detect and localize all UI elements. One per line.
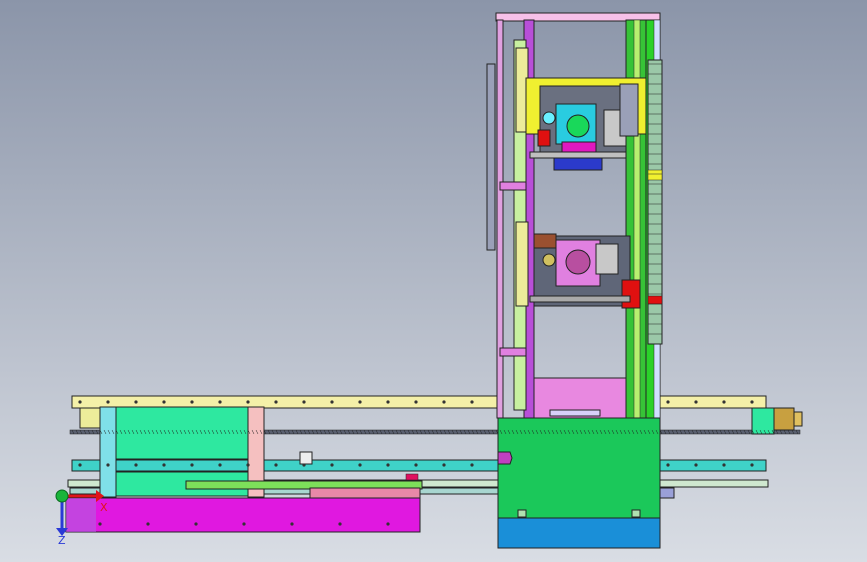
rail-bolt-hole xyxy=(414,400,418,404)
lower-head-olive-knob xyxy=(542,253,556,267)
carriage-green-body[interactable] xyxy=(497,417,661,519)
belt-end-nut xyxy=(793,411,803,427)
base-bolt-hole xyxy=(290,522,294,526)
rail-bolt-hole xyxy=(358,463,362,467)
red-end-cap xyxy=(405,473,419,481)
rod-collar-2 xyxy=(499,347,527,357)
belt-end-cap[interactable] xyxy=(773,407,795,431)
rail-bolt-hole xyxy=(274,400,278,404)
rail-bolt-hole xyxy=(750,400,754,404)
rail-bolt-hole xyxy=(330,463,334,467)
lower-head-gray-plate xyxy=(595,243,619,275)
rail-bolt-hole xyxy=(190,463,194,467)
rod-collar-1 xyxy=(499,181,527,191)
rail-bolt-hole xyxy=(694,463,698,467)
carriage-blue-base[interactable] xyxy=(497,517,661,549)
column-left-frame[interactable] xyxy=(496,19,504,419)
lower-head-brown-block xyxy=(533,233,557,249)
right-rail-foot xyxy=(659,487,675,499)
rail-bolt-hole xyxy=(218,400,222,404)
cyan-end-plate xyxy=(99,406,117,498)
rail-bolt-hole xyxy=(358,400,362,404)
base-bolt-hole xyxy=(242,522,246,526)
rail-bolt-hole xyxy=(386,463,390,467)
teal-carriage-block[interactable] xyxy=(115,406,249,460)
rail-bolt-hole xyxy=(134,400,138,404)
magenta-base-plate[interactable] xyxy=(65,497,421,533)
rail-bolt-hole xyxy=(134,463,138,467)
rail-bolt-hole xyxy=(78,463,82,467)
rail-bolt-hole xyxy=(442,400,446,404)
rail-bolt-hole xyxy=(330,400,334,404)
rail-bolt-hole xyxy=(442,463,446,467)
rail-bolt-hole xyxy=(190,400,194,404)
rail-bolt-hole xyxy=(78,400,82,404)
base-bolt-hole xyxy=(194,522,198,526)
lower-head-motor[interactable] xyxy=(565,249,591,275)
upper-head-red-plate xyxy=(537,129,551,147)
base-violet-gradient xyxy=(66,498,96,532)
gantry-assembly-drawing[interactable]: X Z xyxy=(0,0,867,562)
top-yellow-rail-right[interactable] xyxy=(659,395,767,409)
base-bolt-hole xyxy=(386,522,390,526)
lower-cylinder[interactable] xyxy=(515,221,529,307)
rail-bolt-hole xyxy=(694,400,698,404)
carriage-index-marker xyxy=(497,451,513,465)
base-bolt-hole xyxy=(146,522,150,526)
chain-yellow-link xyxy=(647,169,663,181)
rail-bolt-hole xyxy=(666,463,670,467)
rail-bolt-hole xyxy=(750,463,754,467)
upper-head-green-motor[interactable] xyxy=(566,114,590,138)
left-end-bracket xyxy=(79,407,101,429)
rail-bolt-hole xyxy=(470,463,474,467)
rail-bolt-hole xyxy=(302,400,306,404)
base-bolt-hole xyxy=(98,522,102,526)
chain-red-link xyxy=(647,295,663,305)
rail-bolt-hole xyxy=(106,463,110,467)
upper-head-crossbar[interactable] xyxy=(529,151,627,159)
rail-bolt-hole xyxy=(162,400,166,404)
rail-bolt-hole xyxy=(722,400,726,404)
lower-head-red-clamp[interactable] xyxy=(621,279,641,309)
small-sensor-bracket xyxy=(299,451,313,465)
rail-bolt-hole xyxy=(274,463,278,467)
carriage-bolt-left xyxy=(517,509,527,518)
lower-tool-head[interactable] xyxy=(529,233,641,309)
belt-tensioner[interactable] xyxy=(751,407,775,435)
upper-head-gray-side xyxy=(619,83,639,137)
rail-bolt-hole xyxy=(246,400,250,404)
rail-bolt-hole xyxy=(722,463,726,467)
carriage-bolt-right xyxy=(631,509,641,518)
pink-pusher-block[interactable] xyxy=(309,487,421,500)
x-axis-label: X xyxy=(100,501,108,514)
rail-bolt-hole xyxy=(246,463,250,467)
upper-head-cyan-knob xyxy=(542,111,556,125)
column-bottom-slot xyxy=(549,409,601,417)
rail-bolt-hole xyxy=(666,400,670,404)
cad-viewport[interactable]: X Z xyxy=(0,0,867,562)
cyan-rail-right[interactable] xyxy=(659,459,767,472)
side-slat-left xyxy=(486,63,496,251)
rail-bolt-hole xyxy=(218,463,222,467)
origin-y-dot xyxy=(55,489,69,503)
rail-bolt-hole xyxy=(302,463,306,467)
rail-bolt-hole xyxy=(386,400,390,404)
base-bolt-hole xyxy=(338,522,342,526)
rail-bolt-hole xyxy=(414,463,418,467)
rail-bolt-hole xyxy=(470,400,474,404)
rail-bolt-hole xyxy=(162,463,166,467)
gantry-carriage[interactable] xyxy=(497,417,661,549)
lower-head-crossbar[interactable] xyxy=(529,295,631,303)
z-axis-label: Z xyxy=(58,534,66,547)
rail-bolt-hole xyxy=(106,400,110,404)
